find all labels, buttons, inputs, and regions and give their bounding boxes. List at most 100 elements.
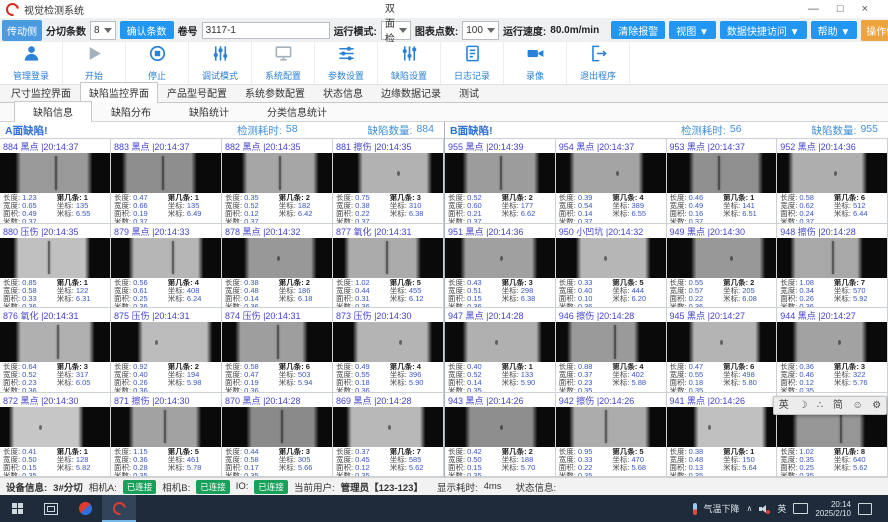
drive-side-button[interactable]: 传动侧 (2, 20, 42, 41)
taskbar-clock[interactable]: 20:14 2025/2/10 (815, 500, 851, 518)
defect-cell[interactable]: 879 黑点 |20:14:33长度:0.56第几条:4宽度:0.61坐标:40… (111, 224, 222, 309)
defect-thumbnail[interactable] (556, 153, 666, 193)
defect-cell[interactable]: 874 压伤 |20:14:31长度:0.58第几条:6宽度:0.47坐标:50… (222, 308, 333, 393)
help-menu-button[interactable]: 帮助 ▼ (811, 21, 858, 39)
taskbar-active-app-button[interactable] (102, 495, 136, 522)
weather-thermometer-icon[interactable] (693, 503, 697, 515)
tray-expand-chevron[interactable]: ∧ (747, 504, 753, 513)
data-quick-access-menu-button[interactable]: 数据快捷访问 ▼ (720, 21, 807, 39)
clear-alarm-button[interactable]: 清除报警 (611, 21, 665, 39)
defect-thumbnail[interactable] (333, 407, 443, 447)
notification-icon[interactable] (858, 503, 872, 515)
defect-cell[interactable]: 880 压伤 |20:14:35长度:0.85第几条:1宽度:0.58坐标:12… (0, 224, 111, 309)
subtab-分类信息统计[interactable]: 分类信息统计 (248, 101, 346, 121)
defect-cell[interactable]: 872 黑点 |20:14:30长度:0.41第几条:1宽度:0.50坐标:12… (0, 393, 111, 478)
toolbar-button-stop[interactable]: 停止 (126, 42, 189, 84)
defect-thumbnail[interactable] (0, 407, 110, 447)
defect-thumbnail[interactable] (777, 238, 887, 278)
toolbar-button-params[interactable]: 参数设置 (315, 42, 378, 84)
defect-thumbnail[interactable] (556, 407, 666, 447)
defect-thumbnail[interactable] (222, 322, 332, 362)
defect-thumbnail[interactable] (333, 153, 443, 193)
toolbar-button-debug[interactable]: 调试模式 (189, 42, 252, 84)
defect-cell[interactable]: 948 擦伤 |20:14:28长度:1.08第几条:7宽度:0.34坐标:57… (777, 224, 888, 309)
ime-halfwidth-moon-icon[interactable]: ☽ (798, 398, 807, 413)
toolbar-button-user[interactable]: 管理登录 (0, 42, 63, 84)
chart-points-select[interactable]: 100 (462, 21, 499, 40)
roll-number-input[interactable] (202, 22, 330, 39)
task-view-button[interactable] (34, 495, 68, 522)
defect-thumbnail[interactable] (445, 407, 555, 447)
toolbar-button-camera[interactable]: 录像 (504, 42, 567, 84)
ime-dots-icon[interactable]: ∴ (817, 398, 823, 413)
defect-cell[interactable]: 942 擦伤 |20:14:26长度:0.95第几条:5宽度:0.33坐标:47… (556, 393, 667, 478)
defect-thumbnail[interactable] (556, 322, 666, 362)
run-mode-select[interactable]: 双面检测 (381, 21, 411, 40)
ime-language-indicator[interactable]: 英 (777, 502, 786, 515)
defect-cell[interactable]: 871 擦伤 |20:14:30长度:1.15第几条:5宽度:0.36坐标:46… (111, 393, 222, 478)
defect-thumbnail[interactable] (445, 238, 555, 278)
defect-thumbnail[interactable] (445, 153, 555, 193)
maximize-button[interactable]: □ (837, 1, 844, 17)
defect-thumbnail[interactable] (556, 238, 666, 278)
defect-cell[interactable]: 869 黑点 |20:14:28长度:0.37第几条:7宽度:0.45坐标:58… (333, 393, 444, 478)
defect-cell[interactable]: 878 黑点 |20:14:32长度:0.38第几条:2宽度:0.48坐标:18… (222, 224, 333, 309)
defect-thumbnail[interactable] (0, 153, 110, 193)
toolbar-button-play[interactable]: 开始 (63, 42, 126, 84)
defect-cell[interactable]: 952 黑点 |20:14:36长度:0.58第几条:6宽度:0.62坐标:51… (777, 139, 888, 224)
defect-cell[interactable]: 949 黑点 |20:14:30长度:0.55第几条:2宽度:0.57坐标:20… (667, 224, 778, 309)
defect-cell[interactable]: 950 小凹坑 |20:14:32长度:0.33第几条:5宽度:0.40坐标:4… (556, 224, 667, 309)
slit-count-select[interactable]: 8 (90, 21, 116, 40)
defect-thumbnail[interactable] (111, 322, 221, 362)
touch-keyboard-icon[interactable] (793, 503, 808, 514)
subtab-缺陷信息[interactable]: 缺陷信息 (14, 101, 92, 122)
ime-settings-gear-icon[interactable]: ⚙ (872, 398, 881, 413)
defect-cell[interactable]: 882 黑点 |20:14:35长度:0.35第几条:2宽度:0.52坐标:18… (222, 139, 333, 224)
defect-cell[interactable]: 876 氧化 |20:14:31长度:0.64第几条:3宽度:0.52坐标:31… (0, 308, 111, 393)
defect-thumbnail[interactable] (0, 322, 110, 362)
defect-thumbnail[interactable] (667, 322, 777, 362)
defect-thumbnail[interactable] (333, 238, 443, 278)
defect-thumbnail[interactable] (667, 153, 777, 193)
defect-thumbnail[interactable] (777, 153, 887, 193)
defect-thumbnail[interactable] (445, 322, 555, 362)
defect-cell[interactable]: 941 黑点 |20:14:26长度:0.38第几条:1宽度:0.48坐标:15… (667, 393, 778, 478)
defect-cell[interactable]: 881 擦伤 |20:14:35长度:0.75第几条:3宽度:0.38坐标:31… (333, 139, 444, 224)
taskbar-app-button[interactable] (68, 495, 102, 522)
toolbar-button-monitor[interactable]: 系统配置 (252, 42, 315, 84)
minimize-button[interactable]: — (808, 1, 819, 17)
defect-cell[interactable]: 953 黑点 |20:14:37长度:0.46第几条:1宽度:0.49坐标:14… (667, 139, 778, 224)
tab-状态信息[interactable]: 状态信息 (314, 82, 372, 102)
operator-side-button[interactable]: 操作侧 (861, 20, 888, 41)
tab-系统参数配置[interactable]: 系统参数配置 (236, 82, 314, 102)
tab-缺陷监控界面[interactable]: 缺陷监控界面 (80, 82, 158, 103)
subtab-缺陷统计[interactable]: 缺陷统计 (170, 101, 248, 121)
ime-simplified-mode[interactable]: 简 (833, 398, 843, 413)
defect-thumbnail[interactable] (0, 238, 110, 278)
defect-thumbnail[interactable] (111, 238, 221, 278)
defect-cell[interactable]: 870 黑点 |20:14:28长度:0.44第几条:3宽度:0.58坐标:30… (222, 393, 333, 478)
defect-cell[interactable]: 884 黑点 |20:14:37长度:1.23第几条:1宽度:0.65坐标:13… (0, 139, 111, 224)
tab-测试[interactable]: 测试 (450, 82, 488, 102)
defect-cell[interactable]: 955 黑点 |20:14:39长度:0.52第几条:2宽度:0.60坐标:17… (445, 139, 556, 224)
defect-thumbnail[interactable] (667, 238, 777, 278)
defect-thumbnail[interactable] (667, 407, 777, 447)
defect-thumbnail[interactable] (111, 153, 221, 193)
volume-icon[interactable] (759, 504, 770, 514)
defect-thumbnail[interactable] (222, 407, 332, 447)
tab-尺寸监控界面[interactable]: 尺寸监控界面 (2, 82, 80, 102)
defect-cell[interactable]: 877 氧化 |20:14:31长度:1.02第几条:5宽度:0.44坐标:45… (333, 224, 444, 309)
defect-cell[interactable]: 947 黑点 |20:14:28长度:0.40第几条:1宽度:0.52坐标:13… (445, 308, 556, 393)
defect-cell[interactable]: 875 压伤 |20:14:31长度:0.92第几条:2宽度:0.40坐标:19… (111, 308, 222, 393)
confirm-count-button[interactable]: 确认条数 (120, 21, 174, 39)
weather-text[interactable]: 气温下降 (704, 502, 740, 515)
defect-cell[interactable]: 883 黑点 |20:14:37长度:0.47第几条:1宽度:0.66坐标:13… (111, 139, 222, 224)
defect-thumbnail[interactable] (222, 153, 332, 193)
toolbar-button-exit[interactable]: 退出程序 (567, 42, 630, 84)
toolbar-button-log[interactable]: 日志记录 (441, 42, 504, 84)
defect-cell[interactable]: 951 黑点 |20:14:36长度:0.43第几条:3宽度:0.51坐标:29… (445, 224, 556, 309)
close-button[interactable]: × (862, 1, 868, 17)
ime-english-mode[interactable]: 英 (779, 398, 789, 413)
defect-cell[interactable]: 954 黑点 |20:14:37长度:0.39第几条:4宽度:0.54坐标:38… (556, 139, 667, 224)
defect-thumbnail[interactable] (777, 322, 887, 362)
